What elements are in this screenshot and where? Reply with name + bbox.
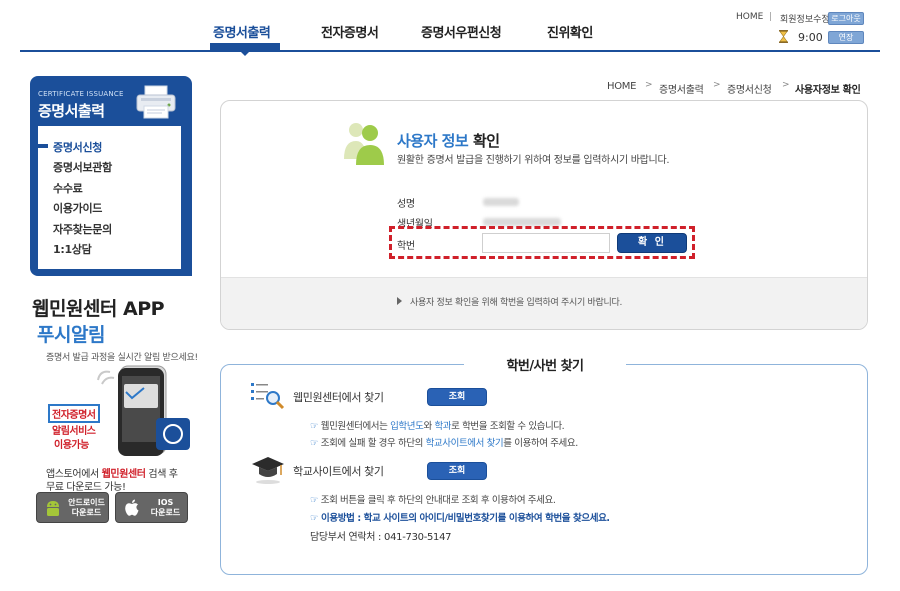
app-store-guide-line2: 무료 다운로드 가능!	[46, 482, 126, 493]
sidebar-item-certificate-request[interactable]: 증명서신청	[53, 139, 102, 155]
apple-icon	[125, 499, 139, 516]
android-icon	[47, 501, 59, 516]
breadcrumb-home[interactable]: HOME	[607, 81, 636, 92]
app-promo-label-alert: 알림서비스	[52, 426, 96, 437]
school-site-lookup-button[interactable]: 조회	[427, 462, 487, 480]
nav-active-indicator	[210, 43, 280, 56]
web-center-find-title: 웹민원센터에서 찾기	[293, 391, 384, 404]
logout-button[interactable]: 로그아웃	[828, 12, 864, 25]
util-separator: |	[769, 12, 773, 22]
breadcrumb-certificate-request[interactable]: 증명서신청	[727, 81, 772, 96]
android-download-label-line1: 안드로이드	[68, 498, 105, 507]
sidebar-menu: 증명서신청 증명서보관함 수수료 이용가이드 자주찾는문의 1:1상담	[38, 126, 181, 269]
web-center-info-line1: ☞ 웹민원센터에서는 입학년도와 학과로 학번을 조회할 수 있습니다.	[310, 418, 565, 432]
sidebar-title-en: CERTIFICATE ISSUANCE	[38, 90, 124, 98]
web-center-info-line1-highlight-a: 입학년도	[390, 421, 424, 432]
verify-title-sub: 확인	[472, 132, 500, 150]
pointing-hand-icon: ☞	[310, 495, 319, 506]
android-download-button[interactable]: 안드로이드 다운로드	[36, 492, 109, 523]
department-contact: 담당부서 연락처 : 041-730-5147	[310, 532, 452, 543]
list-search-icon	[251, 383, 285, 410]
extend-session-button[interactable]: 연장	[828, 31, 864, 44]
nav-item-authenticity-check[interactable]: 진위확인	[547, 22, 593, 41]
store-text-suffix: 검색 후	[145, 469, 178, 480]
confirm-button[interactable]: 확 인	[617, 233, 687, 253]
pointing-hand-icon: ☞	[310, 438, 319, 449]
app-promo-title: 웹민원센터 APP	[32, 298, 165, 320]
breadcrumb-certificate-print[interactable]: 증명서출력	[659, 81, 704, 96]
student-id-label: 학번	[397, 241, 415, 252]
web-center-info-line2-text-b: 를 이용하여 주세요.	[503, 438, 578, 449]
hourglass-icon	[779, 30, 788, 43]
find-title: 학번/사번 찾기	[506, 359, 584, 374]
util-edit-info-link[interactable]: 회원정보수정	[780, 12, 830, 25]
web-center-info-line2-highlight: 학교사이트에서 찾기	[425, 438, 504, 449]
breadcrumb-arrow-icon: >	[713, 80, 721, 90]
android-download-label-line2: 다운로드	[71, 508, 102, 517]
breadcrumb-arrow-icon: >	[782, 80, 790, 90]
user-verify-panel: 사용자 정보 확인 원활한 증명서 발급을 진행하기 위하여 정보를 입력하시기…	[220, 100, 868, 330]
ios-download-label: IOS 다운로드	[144, 498, 187, 518]
app-promo-label-available: 이용가능	[54, 440, 89, 451]
find-id-box: 학번/사번 찾기 웹민원센터에서 찾기 조회 ☞ 웹민원센터에서는 입학년도와 …	[220, 355, 868, 575]
name-value-redacted	[483, 198, 519, 206]
web-center-info-line1-text-c: 로 학번을 조회할 수 있습니다.	[451, 421, 565, 432]
nav-item-postal-request[interactable]: 증명서우편신청	[421, 22, 502, 41]
breadcrumb-arrow-icon: >	[645, 80, 653, 90]
pointing-hand-icon: ☞	[310, 421, 319, 432]
top-navigation: 증명서출력 전자증명서 증명서우편신청 진위확인	[20, 0, 880, 56]
app-promo-subtitle: 푸시알림	[37, 324, 105, 346]
web-center-info-line2-text-a: 조회에 실패 할 경우 하단의	[320, 438, 426, 449]
web-center-info-line2: ☞ 조회에 실패 할 경우 하단의 학교사이트에서 찾기를 이용하여 주세요.	[310, 435, 578, 449]
printer-icon	[136, 85, 176, 119]
nav-item-certificate-print[interactable]: 증명서출력	[213, 22, 271, 41]
nav-item-e-certificate[interactable]: 전자증명서	[321, 22, 379, 41]
sidebar-active-marker	[38, 144, 48, 148]
session-timer: 9:00	[798, 31, 823, 44]
sidebar-item-certificate-storage[interactable]: 증명서보관함	[53, 159, 112, 175]
school-site-info-line1-text: 조회 버튼을 클릭 후 하단의 안내대로 조회 후 이용하여 주세요.	[320, 495, 556, 506]
web-center-lookup-button[interactable]: 조회	[427, 388, 487, 406]
ios-download-label-line2: 다운로드	[150, 508, 181, 517]
pointing-hand-icon: ☞	[310, 513, 319, 524]
ios-download-button[interactable]: IOS 다운로드	[115, 492, 188, 523]
verify-description: 원활한 증명서 발급을 진행하기 위하여 정보를 입력하시기 바랍니다.	[397, 155, 670, 166]
web-center-info-line1-text-b: 와	[423, 421, 435, 432]
sidebar-title: 증명서출력	[38, 102, 105, 120]
name-label: 성명	[397, 199, 415, 210]
guide-text: 사용자 정보 확인을 위해 학번을 입력하여 주시기 바랍니다.	[410, 298, 623, 308]
birth-value-redacted	[483, 218, 561, 226]
web-center-info-line1-highlight-b: 학과	[434, 421, 452, 432]
util-home-link[interactable]: HOME	[736, 12, 763, 22]
verify-title-main: 사용자 정보	[397, 132, 469, 150]
verify-title: 사용자 정보 확인	[397, 130, 500, 151]
sidebar: CERTIFICATE ISSUANCE 증명서출력 증명서신청 증명서보관함 …	[30, 76, 192, 276]
triangle-right-icon	[397, 297, 402, 305]
android-download-label: 안드로이드 다운로드	[65, 498, 108, 518]
ios-download-label-line1: IOS	[157, 498, 174, 507]
graduation-cap-icon	[252, 457, 284, 484]
app-promo-label-ecert: 전자증명서	[48, 404, 100, 423]
school-site-info-line2: ☞ 이용방법 : 학교 사이트의 아이디/비밀번호찾기를 이용하여 학번을 찾으…	[310, 510, 610, 524]
school-site-find-title: 학교사이트에서 찾기	[293, 465, 384, 478]
sidebar-item-one-to-one[interactable]: 1:1상담	[53, 241, 92, 257]
school-site-info-line1: ☞ 조회 버튼을 클릭 후 하단의 안내대로 조회 후 이용하여 주세요.	[310, 492, 556, 506]
web-center-info-line1-text-a: 웹민원센터에서는	[320, 421, 391, 432]
student-id-input[interactable]	[482, 233, 610, 253]
school-site-info-line2-text: 이용방법 : 학교 사이트의 아이디/비밀번호찾기를 이용하여 학번을 찾으세요…	[321, 513, 610, 524]
breadcrumb-current: 사용자정보 확인	[795, 85, 861, 96]
sidebar-item-fees[interactable]: 수수료	[53, 180, 83, 196]
sidebar-item-faq[interactable]: 자주찾는문의	[53, 221, 112, 237]
find-title-wrap: 학번/사번 찾기	[464, 355, 626, 375]
sidebar-item-user-guide[interactable]: 이용가이드	[53, 200, 102, 216]
users-icon	[344, 123, 384, 165]
